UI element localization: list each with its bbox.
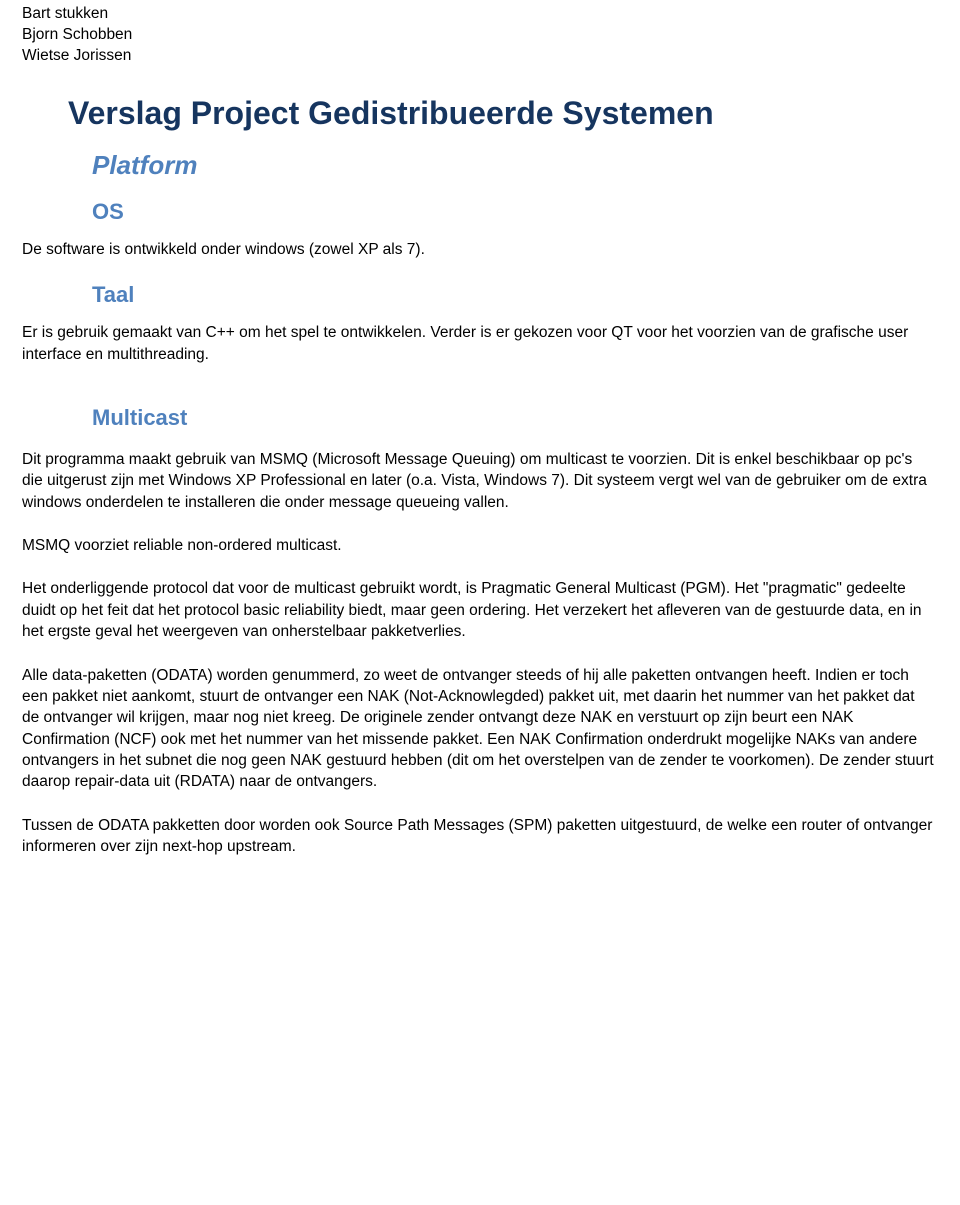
multicast-paragraph-1: Dit programma maakt gebruik van MSMQ (Mi… <box>22 449 934 513</box>
author-line: Bjorn Schobben <box>22 25 938 46</box>
authors-block: Bart stukken Bjorn Schobben Wietse Joris… <box>22 4 938 67</box>
platform-heading: Platform <box>92 150 938 181</box>
os-heading: OS <box>92 199 938 225</box>
author-line: Bart stukken <box>22 4 938 25</box>
multicast-paragraph-4: Alle data-paketten (ODATA) worden genumm… <box>22 665 934 793</box>
multicast-paragraph-3: Het onderliggende protocol dat voor de m… <box>22 578 934 642</box>
os-paragraph: De software is ontwikkeld onder windows … <box>22 239 934 260</box>
multicast-paragraph-5: Tussen de ODATA pakketten door worden oo… <box>22 815 934 858</box>
multicast-paragraph-2: MSMQ voorziet reliable non-ordered multi… <box>22 535 934 556</box>
author-line: Wietse Jorissen <box>22 46 938 67</box>
taal-paragraph: Er is gebruik gemaakt van C++ om het spe… <box>22 322 934 365</box>
document-title: Verslag Project Gedistribueerde Systemen <box>68 95 938 132</box>
taal-heading: Taal <box>92 282 938 308</box>
multicast-heading: Multicast <box>92 405 938 431</box>
document-page: Bart stukken Bjorn Schobben Wietse Joris… <box>0 0 960 1205</box>
